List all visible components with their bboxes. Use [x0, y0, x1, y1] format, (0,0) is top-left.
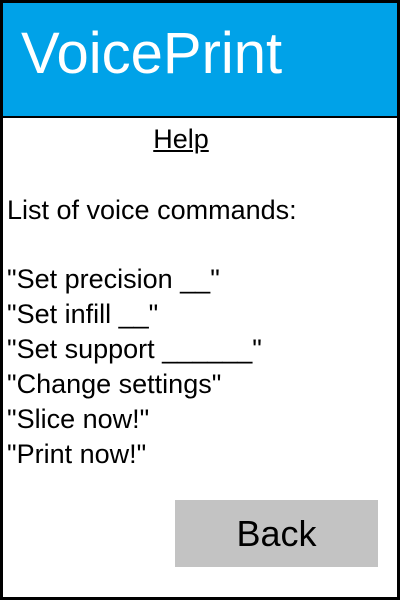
app-frame: VoicePrint Help List of voice commands: …: [0, 0, 400, 600]
voice-command-slice-now: "Slice now!": [7, 404, 150, 434]
voice-command-change-settings: "Change settings": [7, 369, 222, 399]
commands-intro-text: List of voice commands:: [7, 195, 297, 225]
voice-command-set-support: "Set support ______": [7, 334, 262, 364]
help-title-link[interactable]: Help: [3, 123, 359, 155]
voice-command-list: "Set precision __" "Set infill __" "Set …: [7, 262, 262, 472]
app-header: VoicePrint: [3, 3, 397, 118]
back-button[interactable]: Back: [175, 500, 378, 567]
voice-command-set-infill: "Set infill __": [7, 299, 159, 329]
voice-command-print-now: "Print now!": [7, 439, 147, 469]
voice-command-set-precision: "Set precision __": [7, 264, 220, 294]
app-title: VoicePrint: [21, 21, 283, 86]
